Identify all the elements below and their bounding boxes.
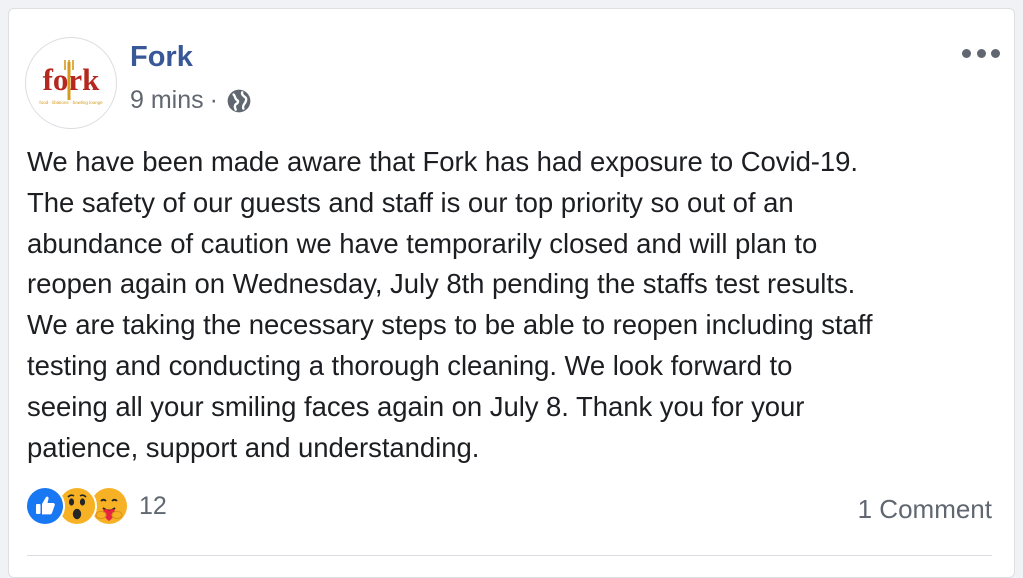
like-icon (25, 486, 65, 526)
more-dot (976, 48, 986, 58)
reactions-summary[interactable]: 12 (25, 486, 167, 526)
post-body: We have been made aware that Fork has ha… (27, 142, 1002, 468)
reaction-count: 12 (139, 491, 167, 520)
post-body-line: testing and conducting a thorough cleani… (27, 349, 793, 381)
svg-text:food · libations · bowling lou: food · libations · bowling lounge (39, 100, 103, 105)
post-timestamp[interactable]: 9 mins (130, 86, 204, 115)
post-meta: 9 mins · (130, 86, 252, 115)
post-body-line: We have been made aware that Fork has ha… (27, 146, 858, 177)
globe-icon[interactable] (226, 88, 252, 114)
svg-text:fork: fork (43, 62, 101, 97)
meta-separator: · (209, 86, 218, 114)
post-body-line: patience, support and understanding. (27, 431, 480, 463)
page-avatar[interactable]: fork food · libations · bowling lounge (25, 37, 117, 129)
page-name-link[interactable]: Fork (130, 41, 193, 74)
post-body-line: The safety of our guests and staff is ou… (27, 186, 794, 218)
post-card: fork food · libations · bowling lounge F… (8, 8, 1015, 578)
post-body-line: abundance of caution we have temporarily… (27, 227, 818, 259)
post-body-line: seeing all your smiling faces again on J… (27, 390, 805, 422)
divider (27, 555, 992, 556)
more-dot (962, 48, 971, 58)
post-body-line: We are taking the necessary steps to be … (27, 309, 873, 341)
fork-logo: fork food · libations · bowling lounge (39, 60, 103, 105)
more-dot (991, 48, 1000, 58)
comments-link[interactable]: 1 Comment (858, 494, 992, 525)
post-body-line: reopen again on Wednesday, July 8th pend… (27, 268, 856, 300)
more-options-icon[interactable] (962, 45, 1000, 61)
